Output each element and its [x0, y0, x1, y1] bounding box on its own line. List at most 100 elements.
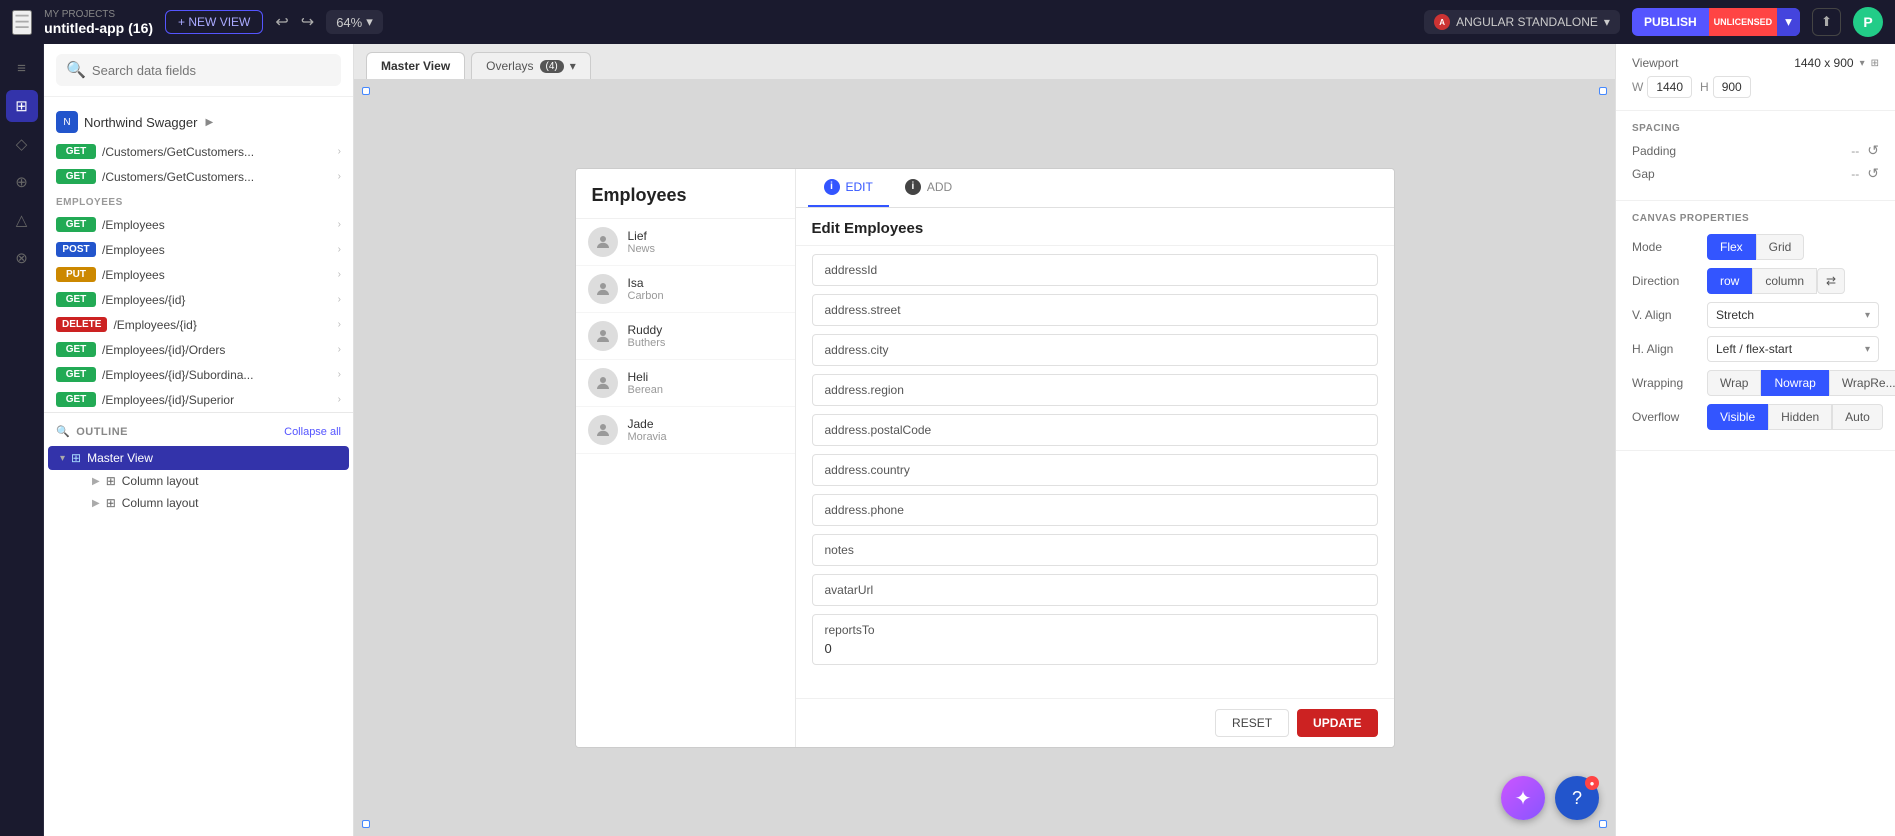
employee-name: Isa — [628, 276, 664, 290]
valign-select[interactable]: Stretch ▾ — [1707, 302, 1879, 328]
employee-sub: Carbon — [628, 290, 664, 302]
field-addressid[interactable]: addressId — [812, 254, 1378, 286]
employee-row-jade[interactable]: Jade Moravia — [576, 407, 795, 454]
endpoint-customers-1[interactable]: GET /Customers/GetCustomers... › — [44, 139, 353, 164]
endpoint-employees-id-delete[interactable]: DELETE /Employees/{id} › — [44, 312, 353, 337]
gap-label: Gap — [1632, 167, 1655, 181]
valign-row: V. Align Stretch ▾ — [1632, 302, 1879, 328]
outline-column-layout-1[interactable]: ▶ ⊞ Column layout — [68, 470, 353, 492]
undo-button[interactable]: ↩ — [275, 12, 288, 32]
framework-selector[interactable]: A ANGULAR STANDALONE ▾ — [1424, 10, 1620, 34]
search-input[interactable] — [92, 63, 331, 78]
menu-button[interactable]: ☰ — [12, 10, 32, 35]
endpoint-employees-get[interactable]: GET /Employees › — [44, 212, 353, 237]
redo-button[interactable]: ↪ — [301, 12, 314, 32]
outline-master-view[interactable]: ▾ ⊞ Master View — [48, 446, 349, 470]
collapse-all-button[interactable]: Collapse all — [284, 426, 341, 438]
publish-group: PUBLISH UNLICENSED ▾ — [1632, 8, 1800, 36]
endpoint-employees-subordinate[interactable]: GET /Employees/{id}/Subordina... › — [44, 362, 353, 387]
padding-sync-icon[interactable]: ↺ — [1867, 142, 1879, 159]
mode-row: Mode Flex Grid — [1632, 234, 1879, 260]
employee-row-lief[interactable]: Lief News — [576, 219, 795, 266]
outline-column-layout-2[interactable]: ▶ ⊞ Column layout — [68, 492, 353, 514]
viewport-chevron-icon[interactable]: ▾ — [1860, 58, 1865, 69]
update-button[interactable]: UPDATE — [1297, 709, 1377, 737]
project-info: MY PROJECTS untitled-app (16) — [44, 9, 153, 36]
search-icon-outline: 🔍 — [56, 425, 70, 438]
column-direction-button[interactable]: column — [1752, 268, 1817, 294]
endpoint-employees-id-get[interactable]: GET /Employees/{id} › — [44, 287, 353, 312]
field-avatarurl[interactable]: avatarUrl — [812, 574, 1378, 606]
new-view-button[interactable]: + NEW VIEW — [165, 10, 263, 34]
sidebar-components-btn[interactable]: ⊞ — [6, 90, 38, 122]
gap-row: Gap -- ↺ — [1632, 165, 1879, 182]
help-button[interactable]: ? ● — [1555, 776, 1599, 820]
field-notes[interactable]: notes — [812, 534, 1378, 566]
layout-icon: ⊞ — [71, 451, 81, 465]
field-reportsto[interactable]: reportsTo 0 — [812, 614, 1378, 665]
edit-tab-label: EDIT — [846, 180, 873, 194]
icon-sidebar: ≡ ⊞ ◇ ⊕ △ ⊗ — [0, 44, 44, 836]
height-label: H — [1700, 80, 1709, 94]
padding-label: Padding — [1632, 144, 1676, 158]
master-view-label: Master View — [87, 451, 153, 465]
method-badge-post: POST — [56, 242, 96, 257]
edit-tab[interactable]: i EDIT — [808, 169, 889, 207]
expand-arrow-icon: ▶ — [92, 476, 100, 487]
nowrap-button[interactable]: Nowrap — [1761, 370, 1828, 396]
endpoint-employees-put[interactable]: PUT /Employees › — [44, 262, 353, 287]
sidebar-triangle-btn[interactable]: △ — [6, 204, 38, 236]
sidebar-settings-btn[interactable]: ⊗ — [6, 242, 38, 274]
endpoint-employees-post[interactable]: POST /Employees › — [44, 237, 353, 262]
visible-overflow-button[interactable]: Visible — [1707, 404, 1768, 430]
endpoint-customers-2[interactable]: GET /Customers/GetCustomers... › — [44, 164, 353, 189]
gap-sync-icon[interactable]: ↺ — [1867, 165, 1879, 182]
sidebar-add-btn[interactable]: ⊕ — [6, 166, 38, 198]
share-button[interactable]: ⬆ — [1812, 8, 1841, 36]
overlays-chevron-icon: ▾ — [570, 59, 576, 73]
employee-row-isa[interactable]: Isa Carbon — [576, 266, 795, 313]
endpoint-arrow-icon: › — [338, 369, 341, 380]
employees-list: Employees Lief News — [576, 169, 796, 747]
column-layout-label: Column layout — [122, 496, 199, 510]
zoom-control[interactable]: 64% ▾ — [326, 10, 383, 34]
flex-mode-button[interactable]: Flex — [1707, 234, 1756, 260]
width-dim: W 1440 — [1632, 76, 1692, 98]
sidebar-assets-btn[interactable]: ◇ — [6, 128, 38, 160]
master-view-tab[interactable]: Master View — [366, 52, 465, 79]
add-tab[interactable]: i ADD — [889, 169, 968, 207]
field-address-city[interactable]: address.city — [812, 334, 1378, 366]
endpoint-employees-superior[interactable]: GET /Employees/{id}/Superior › — [44, 387, 353, 412]
field-address-country[interactable]: address.country — [812, 454, 1378, 486]
help-badge: ● — [1585, 776, 1599, 790]
field-address-postalcode[interactable]: address.postalCode — [812, 414, 1378, 446]
auto-overflow-button[interactable]: Auto — [1832, 404, 1883, 430]
field-address-phone[interactable]: address.phone — [812, 494, 1378, 526]
halign-select[interactable]: Left / flex-start ▾ — [1707, 336, 1879, 362]
overlays-tab[interactable]: Overlays (4) ▾ — [471, 52, 591, 79]
corner-dot-tl — [362, 87, 370, 95]
sidebar-layers-btn[interactable]: ≡ — [6, 52, 38, 84]
publish-dropdown-button[interactable]: ▾ — [1777, 8, 1800, 36]
data-source-header[interactable]: N Northwind Swagger ▶ — [44, 105, 353, 139]
wrapre-button[interactable]: WrapRe... — [1829, 370, 1895, 396]
endpoint-employees-orders[interactable]: GET /Employees/{id}/Orders › — [44, 337, 353, 362]
wrap-button[interactable]: Wrap — [1707, 370, 1761, 396]
avatar: P — [1853, 7, 1883, 37]
employee-info: Jade Moravia — [628, 417, 667, 443]
field-address-street[interactable]: address.street — [812, 294, 1378, 326]
field-address-region[interactable]: address.region — [812, 374, 1378, 406]
employee-avatar — [588, 274, 618, 304]
hidden-overflow-button[interactable]: Hidden — [1768, 404, 1832, 430]
viewport-expand-icon[interactable]: ⊞ — [1871, 58, 1879, 69]
direction-swap-button[interactable]: ⇄ — [1817, 268, 1845, 294]
magic-button[interactable]: ✦ — [1501, 776, 1545, 820]
grid-mode-button[interactable]: Grid — [1756, 234, 1805, 260]
reset-button[interactable]: RESET — [1215, 709, 1289, 737]
publish-button[interactable]: PUBLISH — [1632, 9, 1709, 35]
height-value: 900 — [1713, 76, 1751, 98]
row-direction-button[interactable]: row — [1707, 268, 1752, 294]
employee-row-heli[interactable]: Heli Berean — [576, 360, 795, 407]
expand-arrow-icon: ▾ — [60, 453, 65, 464]
employee-row-ruddy[interactable]: Ruddy Buthers — [576, 313, 795, 360]
